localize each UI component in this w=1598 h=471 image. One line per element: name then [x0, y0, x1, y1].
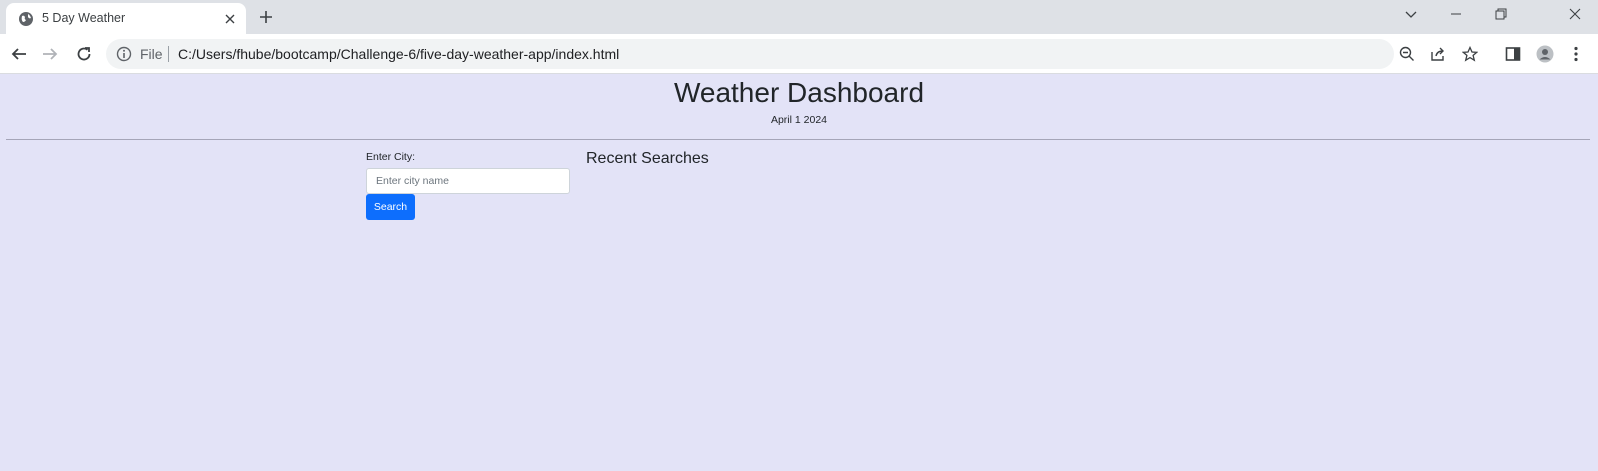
info-icon[interactable] — [116, 46, 132, 62]
close-window-icon[interactable] — [1567, 6, 1583, 22]
close-tab-icon[interactable] — [222, 11, 238, 27]
header-divider — [6, 139, 1590, 140]
zoom-out-icon[interactable] — [1399, 46, 1415, 62]
forward-arrow-icon[interactable] — [41, 45, 59, 63]
minimize-icon[interactable] — [1448, 6, 1464, 22]
city-label: Enter City: — [366, 151, 416, 163]
globe-icon — [19, 12, 33, 26]
page-title: Weather Dashboard — [673, 77, 925, 108]
more-menu-icon[interactable] — [1567, 45, 1585, 63]
browser-toolbar: File C:/Users/fhube/bootcamp/Challenge-6… — [0, 34, 1598, 74]
url-text[interactable]: C:/Users/fhube/bootcamp/Challenge-6/five… — [178, 46, 619, 62]
browser-tab[interactable]: 5 Day Weather — [6, 3, 246, 34]
profile-avatar-icon[interactable] — [1536, 45, 1554, 63]
tab-search-chevron-icon[interactable] — [1403, 6, 1419, 22]
bookmark-star-icon[interactable] — [1462, 46, 1478, 62]
search-button[interactable]: Search — [366, 194, 415, 220]
share-icon[interactable] — [1430, 46, 1446, 62]
tab-title: 5 Day Weather — [42, 11, 126, 25]
new-tab-icon[interactable] — [258, 9, 274, 25]
reload-icon[interactable] — [75, 45, 93, 63]
browser-tab-strip: 5 Day Weather — [0, 0, 1598, 34]
page-content: Weather Dashboard April 1 2024 Enter Cit… — [0, 75, 1598, 471]
address-bar[interactable]: File C:/Users/fhube/bootcamp/Challenge-6… — [106, 39, 1478, 69]
city-search-input[interactable] — [366, 168, 570, 194]
address-separator — [168, 46, 169, 62]
recent-searches-title: Recent Searches — [586, 150, 709, 167]
side-panel-icon[interactable] — [1504, 45, 1522, 63]
scheme-label: File — [140, 46, 163, 62]
back-arrow-icon[interactable] — [10, 45, 28, 63]
restore-icon[interactable] — [1493, 6, 1509, 22]
current-date: April 1 2024 — [770, 114, 828, 126]
